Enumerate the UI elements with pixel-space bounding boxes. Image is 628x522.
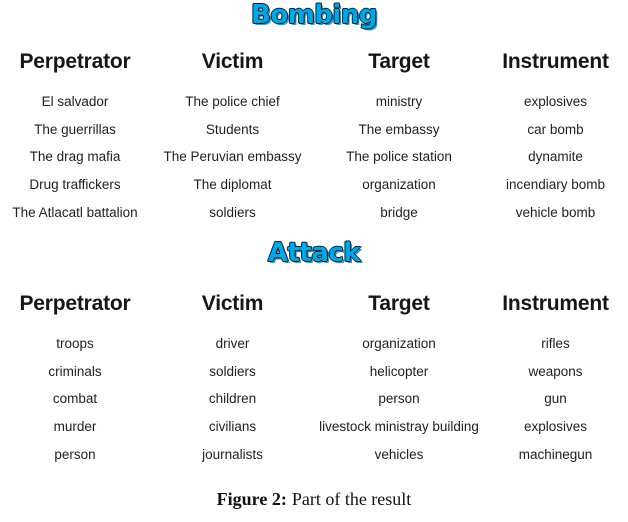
cell-target: bridge [380,204,418,220]
cell-instrument: explosives [523,419,588,435]
cell-instrument: machinegun [518,446,593,462]
cell-instrument: gun [544,391,567,407]
section-title-attack: Attack [267,238,361,268]
column-header-victim: Victim [201,50,264,73]
cell-target: organization [362,336,436,352]
cell-target: organization [362,177,436,193]
cell-instrument: weapons [528,363,583,379]
table-row: murder civilians livestock ministray bui… [0,413,628,441]
cell-target: livestock ministray building [319,419,479,435]
cell-victim: children [208,391,257,407]
table-row: The guerrillas Students The embassy car … [0,116,628,144]
cell-victim: soldiers [209,363,256,379]
figure-caption-label: Figure 2: [216,489,287,509]
cell-target: vehicles [374,446,424,462]
column-header-target: Target [368,292,430,315]
cell-victim: The Peruvian embassy [163,149,302,165]
table-row: El salvador The police chief ministry ex… [0,88,628,116]
table-header-row: Perpetrator Victim Target Instrument [0,50,628,88]
cell-target: The embassy [358,121,440,137]
cell-perpetrator: troops [56,336,94,352]
cell-perpetrator: murder [53,419,97,435]
column-header-perpetrator: Perpetrator [19,292,131,315]
cell-instrument: car bomb [527,121,584,137]
attack-result-table: Perpetrator Victim Target Instrument tro… [0,292,628,468]
cell-victim: Students [205,121,260,137]
table-row: The drag mafia The Peruvian embassy The … [0,143,628,171]
cell-target: person [378,391,420,407]
cell-perpetrator: Drug traffickers [29,177,121,193]
figure-caption-text: Part of the result [291,489,412,509]
section-title-bombing: Bombing [250,0,378,30]
column-header-victim: Victim [201,292,264,315]
column-header-instrument: Instrument [502,292,609,315]
cell-target: helicopter [369,363,429,379]
cell-victim: soldiers [209,204,256,220]
table-row: The Atlacatl battalion soldiers bridge v… [0,198,628,226]
cell-victim: driver [215,336,250,352]
bombing-result-table: Perpetrator Victim Target Instrument El … [0,50,628,226]
table-row: criminals soldiers helicopter weapons [0,358,628,386]
table-row: person journalists vehicles machinegun [0,440,628,468]
cell-perpetrator: El salvador [41,94,109,110]
cell-perpetrator: The guerrillas [34,121,116,137]
table-header-row: Perpetrator Victim Target Instrument [0,292,628,330]
cell-instrument: dynamite [528,149,583,165]
figure-container: Bombing Perpetrator Victim Target Instru… [0,0,628,522]
column-header-target: Target [368,50,430,73]
cell-victim: The police chief [185,94,280,110]
cell-instrument: incendiary bomb [505,177,606,193]
cell-target: ministry [375,94,423,110]
cell-perpetrator: combat [52,391,98,407]
cell-target: The police station [346,149,452,165]
cell-victim: civilians [208,419,257,435]
column-header-instrument: Instrument [502,50,609,73]
cell-victim: journalists [202,446,263,462]
figure-caption: Figure 2: Part of the result [0,489,628,510]
cell-perpetrator: criminals [48,363,102,379]
cell-perpetrator: The Atlacatl battalion [12,204,138,220]
cell-perpetrator: The drag mafia [29,149,121,165]
table-row: Drug traffickers The diplomat organizati… [0,171,628,199]
cell-instrument: explosives [523,94,588,110]
cell-instrument: rifles [541,336,570,352]
table-row: combat children person gun [0,385,628,413]
table-row: troops driver organization rifles [0,330,628,358]
cell-victim: The diplomat [193,177,272,193]
cell-instrument: vehicle bomb [515,204,596,220]
cell-perpetrator: person [54,446,96,462]
column-header-perpetrator: Perpetrator [19,50,131,73]
